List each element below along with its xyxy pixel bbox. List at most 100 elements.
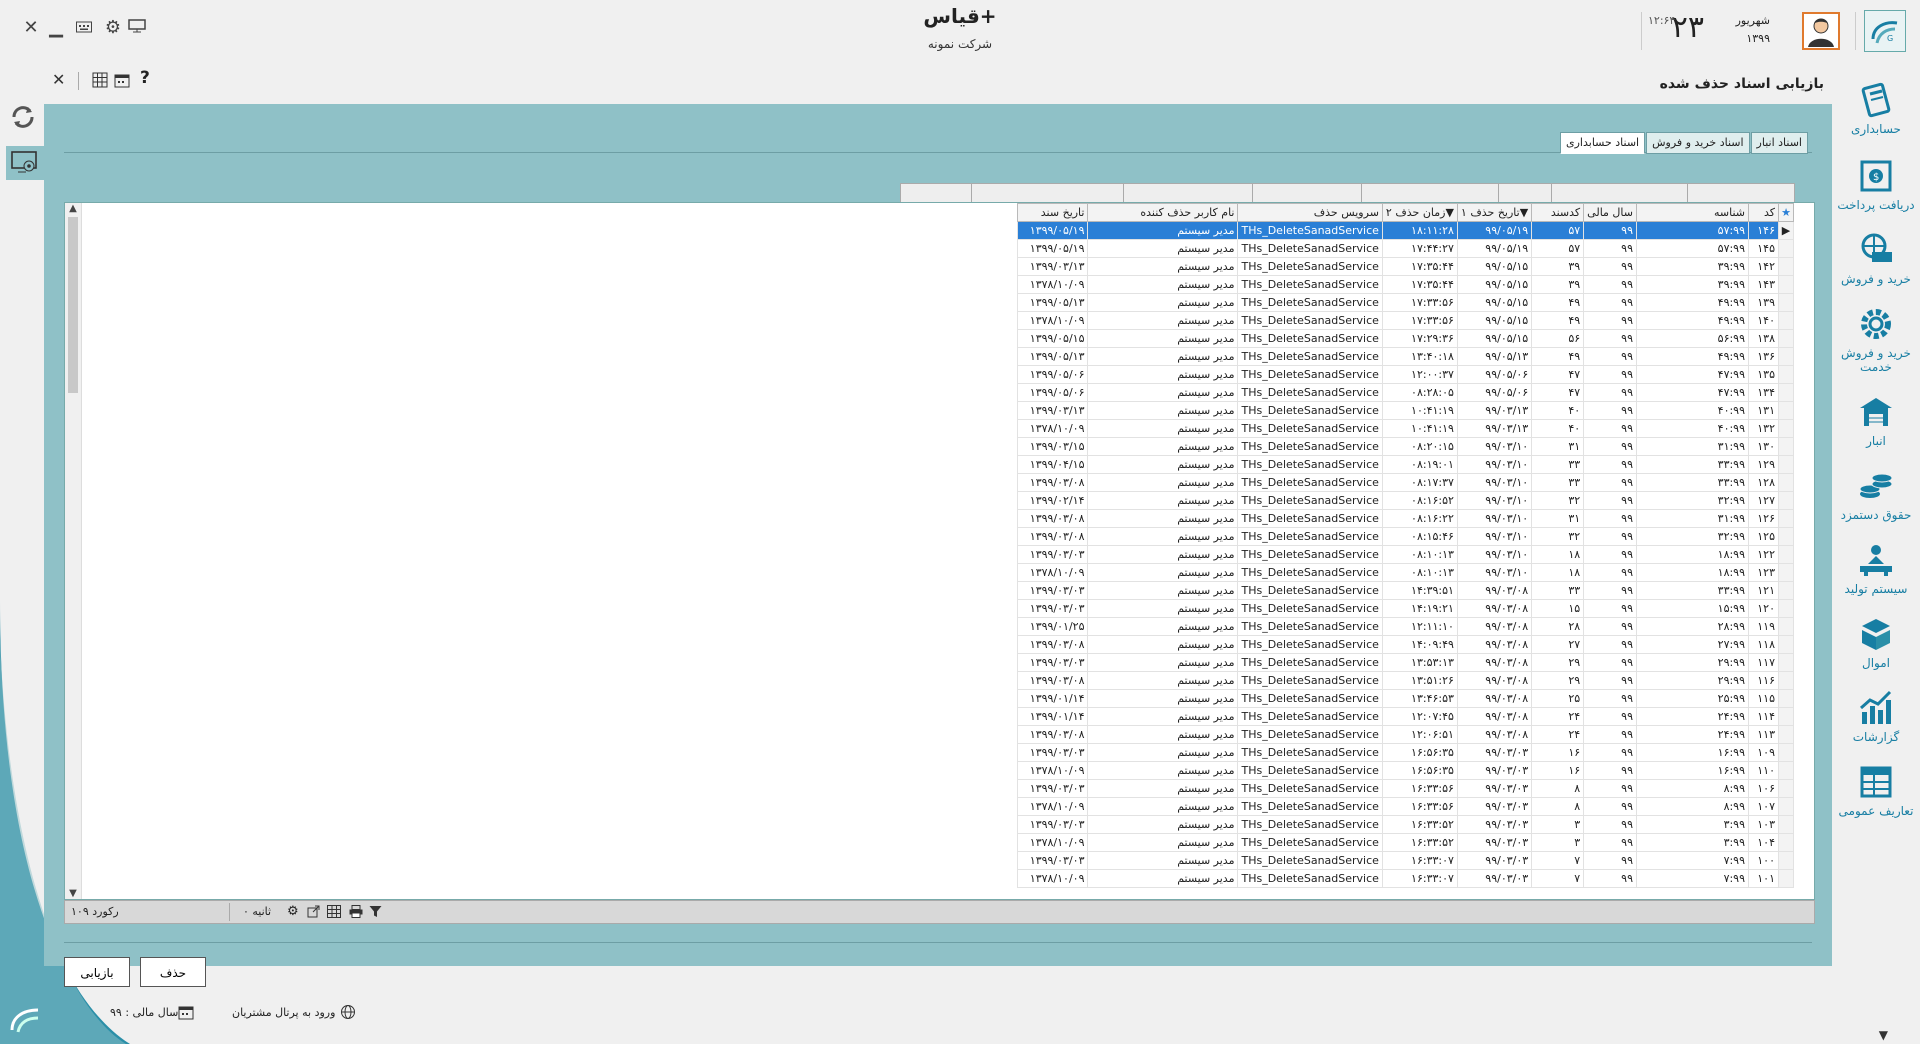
table-row[interactable]: ۱۲۲ ۱۸:۹۹ ۹۹ ۱۸ ۹۹/۰۳/۱۰ ۰۸:۱۰:۱۳ THs_DeleteSa… [1017, 545, 1794, 564]
restore-button[interactable]: بازیابی [64, 957, 130, 987]
column-header-delete-time[interactable]: ▼زمان حذف ۲ [1381, 203, 1458, 222]
sidebar-item-assets[interactable]: اموال [1832, 614, 1920, 670]
table-row[interactable]: ۱۳۰ ۳۱:۹۹ ۹۹ ۳۱ ۹۹/۰۳/۱۰ ۰۸:۲۰:۱۵ THs_DeleteSa… [1017, 437, 1794, 456]
scrollbar-thumb[interactable] [68, 217, 78, 393]
row-selector[interactable] [1778, 689, 1794, 708]
table-row[interactable]: ۱۰۰ ۷:۹۹ ۹۹ ۷ ۹۹/۰۳/۰۳ ۱۶:۳۳:۰۷ THs_DeleteSana… [1017, 851, 1794, 870]
tab-warehouse-docs[interactable]: اسناد انبار [1750, 132, 1808, 154]
scroll-down-icon[interactable]: ▼ [65, 888, 81, 899]
sidebar-item-payroll[interactable]: حقوق دستمزد [1832, 466, 1920, 522]
sidebar-item-services[interactable]: خرید و فروش خدمت [1832, 304, 1920, 374]
table-row[interactable]: ۱۴۳ ۳۹:۹۹ ۹۹ ۳۹ ۹۹/۰۵/۱۵ ۱۷:۳۵:۴۴ THs_DeleteSa… [1017, 275, 1794, 294]
row-selector[interactable] [1778, 707, 1794, 726]
table-row[interactable]: ۱۲۹ ۳۳:۹۹ ۹۹ ۳۳ ۹۹/۰۳/۱۰ ۰۸:۱۹:۰۱ THs_DeleteSa… [1017, 455, 1794, 474]
globe-icon[interactable] [340, 1004, 356, 1023]
row-selector[interactable] [1778, 743, 1794, 762]
print-icon[interactable] [349, 905, 363, 921]
table-row[interactable]: ۱۱۸ ۲۷:۹۹ ۹۹ ۲۷ ۹۹/۰۳/۰۸ ۱۴:۰۹:۴۹ THs_DeleteSa… [1017, 635, 1794, 654]
table-row[interactable]: ۱۱۰ ۱۶:۹۹ ۹۹ ۱۶ ۹۹/۰۳/۰۳ ۱۶:۵۶:۳۵ THs_DeleteSa… [1017, 761, 1794, 780]
table-row[interactable]: ۱۰۷ ۸:۹۹ ۹۹ ۸ ۹۹/۰۳/۰۳ ۱۶:۳۳:۵۶ THs_DeleteSana… [1017, 797, 1794, 816]
sidebar-item-warehouse[interactable]: انبار [1832, 392, 1920, 448]
row-selector[interactable] [1778, 797, 1794, 816]
table-row[interactable]: ۱۴۵ ۵۷:۹۹ ۹۹ ۵۷ ۹۹/۰۵/۱۹ ۱۷:۴۴:۲۷ THs_DeleteSa… [1017, 239, 1794, 258]
row-selector[interactable] [1778, 851, 1794, 870]
row-selector[interactable] [1778, 473, 1794, 492]
row-selector[interactable] [1778, 527, 1794, 546]
row-selector[interactable] [1778, 491, 1794, 510]
column-header-delete-service[interactable]: سرویس حذف [1237, 203, 1383, 222]
row-selector[interactable] [1778, 365, 1794, 384]
row-selector[interactable] [1778, 311, 1794, 330]
row-selector[interactable] [1778, 869, 1794, 888]
vertical-scrollbar[interactable]: ▲ ▼ [65, 203, 82, 899]
tab-sales-docs[interactable]: اسناد خرید و فروش [1646, 132, 1750, 154]
row-selector[interactable] [1778, 617, 1794, 636]
table-row[interactable]: ۱۲۵ ۳۲:۹۹ ۹۹ ۳۲ ۹۹/۰۳/۱۰ ۰۸:۱۵:۴۶ THs_DeleteSa… [1017, 527, 1794, 546]
row-selector[interactable] [1778, 293, 1794, 312]
table-row[interactable]: ۱۳۶ ۴۹:۹۹ ۹۹ ۴۹ ۹۹/۰۵/۱۳ ۱۳:۴۰:۱۸ THs_DeleteSa… [1017, 347, 1794, 366]
row-selector[interactable] [1778, 653, 1794, 672]
row-selector[interactable] [1778, 347, 1794, 366]
column-header-doc-code[interactable]: کدسند [1531, 203, 1585, 222]
table-row[interactable]: ۱۰۹ ۱۶:۹۹ ۹۹ ۱۶ ۹۹/۰۳/۰۳ ۱۶:۵۶:۳۵ THs_DeleteSa… [1017, 743, 1794, 762]
filter-icon[interactable] [369, 905, 382, 921]
column-header-deleting-user[interactable]: نام کاربر حذف کننده [1087, 203, 1239, 222]
delete-button[interactable]: حذف [140, 957, 206, 987]
help-icon[interactable]: ? [140, 68, 150, 88]
row-selector[interactable] [1778, 833, 1794, 852]
table-row[interactable]: ۱۲۰ ۱۵:۹۹ ۹۹ ۱۵ ۹۹/۰۳/۰۸ ۱۴:۱۹:۲۱ THs_DeleteSa… [1017, 599, 1794, 618]
table-row[interactable]: ▶ ۱۴۶ ۵۷:۹۹ ۹۹ ۵۷ ۹۹/۰۵/۱۹ ۱۸:۱۱:۲۸ THs_DeleteS… [1017, 221, 1794, 240]
column-header-doc-date[interactable]: تاریخ سند [1017, 203, 1089, 222]
row-selector[interactable] [1778, 509, 1794, 528]
table-row[interactable]: ۱۰۶ ۸:۹۹ ۹۹ ۸ ۹۹/۰۳/۰۳ ۱۶:۳۳:۵۶ THs_DeleteSana… [1017, 779, 1794, 798]
row-selector[interactable] [1778, 581, 1794, 600]
table-row[interactable]: ۱۲۶ ۳۱:۹۹ ۹۹ ۳۱ ۹۹/۰۳/۱۰ ۰۸:۱۶:۲۲ THs_DeleteSa… [1017, 509, 1794, 528]
table-row[interactable]: ۱۱۵ ۲۵:۹۹ ۹۹ ۲۵ ۹۹/۰۳/۰۸ ۱۳:۴۶:۵۳ THs_DeleteSa… [1017, 689, 1794, 708]
row-selector[interactable] [1778, 257, 1794, 276]
customer-portal-link[interactable]: ورود به پرتال مشتریان [232, 1006, 335, 1019]
sidebar-item-reports[interactable]: گزارشات [1832, 688, 1920, 744]
column-header-id[interactable]: شناسه [1636, 203, 1749, 222]
table-row[interactable]: ۱۰۴ ۳:۹۹ ۹۹ ۳ ۹۹/۰۳/۰۳ ۱۶:۳۳:۵۲ THs_DeleteSana… [1017, 833, 1794, 852]
row-selector[interactable] [1778, 635, 1794, 654]
row-selector[interactable] [1778, 329, 1794, 348]
row-selector[interactable]: ▶ [1778, 221, 1794, 240]
avatar[interactable] [1802, 12, 1840, 50]
table-row[interactable]: ۱۴۲ ۳۹:۹۹ ۹۹ ۳۹ ۹۹/۰۵/۱۵ ۱۷:۳۵:۴۴ THs_DeleteSa… [1017, 257, 1794, 276]
close-page-icon[interactable]: ✕ [52, 70, 65, 89]
table-row[interactable]: ۱۳۹ ۴۹:۹۹ ۹۹ ۴۹ ۹۹/۰۵/۱۵ ۱۷:۳۳:۵۶ THs_DeleteSa… [1017, 293, 1794, 312]
row-selector[interactable] [1778, 437, 1794, 456]
table-row[interactable]: ۱۲۷ ۳۲:۹۹ ۹۹ ۳۲ ۹۹/۰۳/۱۰ ۰۸:۱۶:۵۲ THs_DeleteSa… [1017, 491, 1794, 510]
table-row[interactable]: ۱۱۳ ۲۴:۹۹ ۹۹ ۲۴ ۹۹/۰۳/۰۸ ۱۲:۰۶:۵۱ THs_DeleteSa… [1017, 725, 1794, 744]
row-selector[interactable] [1778, 383, 1794, 402]
row-selector[interactable] [1778, 815, 1794, 834]
table-row[interactable]: ۱۱۴ ۲۴:۹۹ ۹۹ ۲۴ ۹۹/۰۳/۰۸ ۱۲:۰۷:۴۵ THs_DeleteSa… [1017, 707, 1794, 726]
calendar-icon[interactable] [114, 72, 130, 91]
row-selector[interactable] [1778, 599, 1794, 618]
grid-view-icon[interactable] [92, 72, 108, 91]
settings-gear-icon[interactable]: ⚙ [287, 904, 299, 919]
minimize-icon[interactable]: ▁ [45, 17, 67, 38]
row-selector[interactable] [1778, 401, 1794, 420]
table-row[interactable]: ۱۳۴ ۴۷:۹۹ ۹۹ ۴۷ ۹۹/۰۵/۰۶ ۰۸:۲۸:۰۵ THs_DeleteSa… [1017, 383, 1794, 402]
scroll-down-icon[interactable]: ▼ [1879, 1028, 1888, 1042]
table-row[interactable]: ۱۳۱ ۴۰:۹۹ ۹۹ ۴۰ ۹۹/۰۳/۱۳ ۱۰:۴۱:۱۹ THs_DeleteSa… [1017, 401, 1794, 420]
row-selector[interactable] [1778, 545, 1794, 564]
table-row[interactable]: ۱۴۰ ۴۹:۹۹ ۹۹ ۴۹ ۹۹/۰۵/۱۵ ۱۷:۳۳:۵۶ THs_DeleteSa… [1017, 311, 1794, 330]
table-row[interactable]: ۱۱۹ ۲۸:۹۹ ۹۹ ۲۸ ۹۹/۰۳/۰۸ ۱۲:۱۱:۱۰ THs_DeleteSa… [1017, 617, 1794, 636]
row-selector[interactable] [1778, 419, 1794, 438]
row-selector[interactable] [1778, 725, 1794, 744]
keyboard-icon[interactable] [73, 17, 95, 38]
row-selector[interactable] [1778, 779, 1794, 798]
table-row[interactable]: ۱۲۸ ۳۳:۹۹ ۹۹ ۳۳ ۹۹/۰۳/۱۰ ۰۸:۱۷:۳۷ THs_DeleteSa… [1017, 473, 1794, 492]
table-row[interactable]: ۱۰۱ ۷:۹۹ ۹۹ ۷ ۹۹/۰۳/۰۳ ۱۶:۳۳:۰۷ THs_DeleteSana… [1017, 869, 1794, 888]
table-row[interactable]: ۱۳۲ ۴۰:۹۹ ۹۹ ۴۰ ۹۹/۰۳/۱۳ ۱۰:۴۱:۱۹ THs_DeleteSa… [1017, 419, 1794, 438]
table-row[interactable]: ۱۲۳ ۱۸:۹۹ ۹۹ ۱۸ ۹۹/۰۳/۱۰ ۰۸:۱۰:۱۳ THs_DeleteSa… [1017, 563, 1794, 582]
display-settings-icon[interactable] [126, 17, 148, 38]
export-icon[interactable] [307, 905, 320, 921]
gear-icon[interactable]: ⚙ [102, 17, 124, 38]
table-row[interactable]: ۱۱۷ ۲۹:۹۹ ۹۹ ۲۹ ۹۹/۰۳/۰۸ ۱۳:۵۳:۱۳ THs_DeleteSa… [1017, 653, 1794, 672]
monitor-view-icon[interactable] [6, 146, 44, 180]
columns-grid-icon[interactable] [327, 905, 341, 921]
sidebar-item-definitions[interactable]: تعاریف عمومی [1832, 762, 1920, 818]
